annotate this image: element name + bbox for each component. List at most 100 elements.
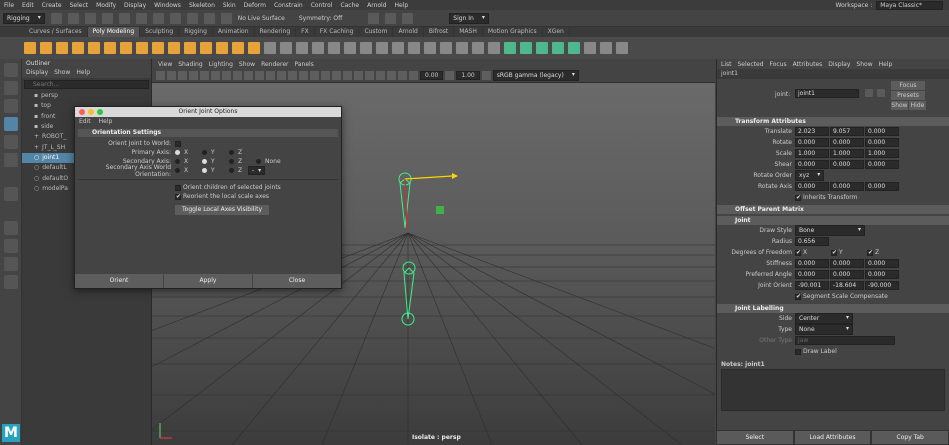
outliner-menu-show[interactable]: Show — [54, 69, 70, 78]
orient-children-checkbox[interactable] — [175, 184, 181, 191]
anti-alias-icon[interactable] — [354, 71, 363, 80]
menu-display[interactable]: Display — [124, 2, 146, 9]
dialog-titlebar[interactable]: Orient Joint Options — [75, 107, 341, 117]
rotate-x-field[interactable]: 0.000 — [795, 138, 829, 147]
stiffness-z-field[interactable]: 0.000 — [865, 259, 899, 268]
preferred-z-field[interactable]: 0.000 — [865, 270, 899, 279]
image-plane-icon[interactable] — [189, 71, 198, 80]
target-weld-icon[interactable] — [424, 42, 436, 54]
move-tool-icon[interactable] — [3, 117, 18, 131]
lights-icon[interactable] — [310, 71, 319, 80]
close-button[interactable]: Close — [253, 274, 341, 288]
last-tool-icon[interactable] — [3, 187, 18, 201]
gamma-field[interactable]: 1.00 — [456, 71, 480, 80]
orient-button[interactable]: Orient — [75, 274, 163, 288]
outliner-menu-display[interactable]: Display — [26, 69, 48, 78]
menu-select[interactable]: Select — [70, 2, 89, 9]
rotate-axis-z-field[interactable]: 0.000 — [865, 182, 899, 191]
section-transform-attributes[interactable]: Transform Attributes — [717, 117, 949, 126]
stiffness-x-field[interactable]: 0.000 — [795, 259, 829, 268]
view-transform-dropdown[interactable]: sRGB gamma (legacy) — [492, 70, 579, 81]
collapse-icon[interactable] — [488, 42, 500, 54]
menu-help[interactable]: Help — [395, 2, 409, 9]
minimize-window-icon[interactable] — [88, 109, 94, 115]
scale-z-field[interactable]: 1.000 — [865, 149, 899, 158]
render-icon[interactable] — [368, 12, 380, 24]
menu-windows[interactable]: Windows — [154, 2, 181, 9]
camera-select-icon[interactable] — [156, 71, 165, 80]
ae-hide-button[interactable]: Hide — [909, 101, 926, 110]
shelf-tab-poly-modeling[interactable]: Poly Modeling — [87, 27, 141, 37]
select-tool-icon[interactable] — [3, 63, 18, 77]
camera-lock-icon[interactable] — [167, 71, 176, 80]
joint-orient-z-field[interactable]: -90.000 — [865, 281, 899, 290]
preferred-x-field[interactable]: 0.000 — [795, 270, 829, 279]
secondary-z-radio[interactable] — [229, 159, 234, 164]
ae-node-name-field[interactable]: joint1 — [795, 89, 859, 98]
ae-copy-tab-button[interactable]: Copy Tab — [871, 430, 949, 445]
snap-grid-icon[interactable] — [169, 12, 181, 24]
shelf-tab-animation[interactable]: Animation — [213, 27, 255, 37]
ae-menu-help[interactable]: Help — [879, 61, 893, 68]
poly-pyramid-icon[interactable] — [152, 42, 164, 54]
side-dropdown[interactable]: Center — [795, 313, 853, 324]
bridge-icon[interactable] — [360, 42, 372, 54]
ae-menu-focus[interactable]: Focus — [770, 61, 787, 68]
menu-modify[interactable]: Modify — [96, 2, 116, 9]
shelf-tab-curves[interactable]: Curves / Surfaces — [24, 27, 88, 37]
two-pane-icon[interactable] — [3, 257, 18, 271]
radius-field[interactable]: 0.656 — [795, 237, 829, 246]
other-type-field[interactable]: jaw — [795, 336, 895, 345]
primary-x-radio[interactable] — [175, 150, 180, 155]
ae-show-button[interactable]: Show — [891, 101, 908, 110]
shelf-tab-rigging[interactable]: Rigging — [179, 27, 213, 37]
xray-icon[interactable] — [387, 71, 396, 80]
ae-notes-textarea[interactable] — [721, 369, 945, 411]
workspace-select[interactable]: Maya Classic* — [876, 1, 943, 10]
undo-icon[interactable] — [84, 12, 96, 24]
outliner-layout-icon[interactable] — [3, 275, 18, 289]
ae-menu-show[interactable]: Show — [856, 61, 872, 68]
ae-presets-button[interactable]: Presets — [891, 91, 925, 100]
section-offset-parent-matrix[interactable]: Offset Parent Matrix — [717, 205, 949, 214]
shelf-tab-mash[interactable]: MASH — [454, 27, 483, 37]
select-component-icon[interactable] — [152, 12, 164, 24]
boolean-icon[interactable] — [328, 42, 340, 54]
rotate-order-dropdown[interactable]: xyz — [795, 170, 825, 181]
poly-gear-icon[interactable] — [200, 42, 212, 54]
menu-set-dropdown[interactable]: Rigging — [3, 12, 45, 24]
film-gate-icon[interactable] — [211, 71, 220, 80]
quad-draw-icon[interactable] — [456, 42, 468, 54]
save-icon[interactable] — [67, 12, 79, 24]
poly-plane-icon[interactable] — [104, 42, 116, 54]
close-window-icon[interactable] — [79, 109, 85, 115]
ae-load-attributes-button[interactable]: Load Attributes — [793, 430, 872, 445]
smooth-shade-icon[interactable] — [277, 71, 286, 80]
scale-y-field[interactable]: 1.000 — [830, 149, 864, 158]
draw-style-dropdown[interactable]: Bone — [795, 225, 865, 236]
super-shape-icon[interactable] — [216, 42, 228, 54]
merge-icon[interactable] — [472, 42, 484, 54]
sign-in-button[interactable]: Sign In — [449, 12, 489, 24]
sao-x-radio[interactable] — [175, 168, 180, 173]
svg-icon[interactable] — [248, 42, 260, 54]
snap-curve-icon[interactable] — [186, 12, 198, 24]
connect-icon[interactable] — [440, 42, 452, 54]
rotate-axis-x-field[interactable]: 0.000 — [795, 182, 829, 191]
uv-cylinder-icon[interactable] — [536, 42, 548, 54]
shelf-tab-fx-caching[interactable]: FX Caching — [315, 27, 360, 37]
textured-icon[interactable] — [299, 71, 308, 80]
live-surface-icon[interactable] — [220, 12, 232, 24]
manipulator-handle[interactable] — [436, 206, 444, 214]
uv-sphere-icon[interactable] — [552, 42, 564, 54]
menu-file[interactable]: File — [4, 2, 14, 9]
menu-edit[interactable]: Edit — [22, 2, 34, 9]
soften-edge-icon[interactable] — [600, 42, 612, 54]
motion-blur-icon[interactable] — [343, 71, 352, 80]
sao-z-radio[interactable] — [229, 168, 234, 173]
symmetry-label[interactable]: Symmetry: Off — [299, 15, 342, 22]
vp-menu-show[interactable]: Show — [239, 61, 255, 68]
folder-icon[interactable] — [50, 12, 62, 24]
color-management-icon[interactable] — [481, 71, 491, 80]
dialog-section-orientation[interactable]: Orientation Settings — [78, 129, 338, 137]
